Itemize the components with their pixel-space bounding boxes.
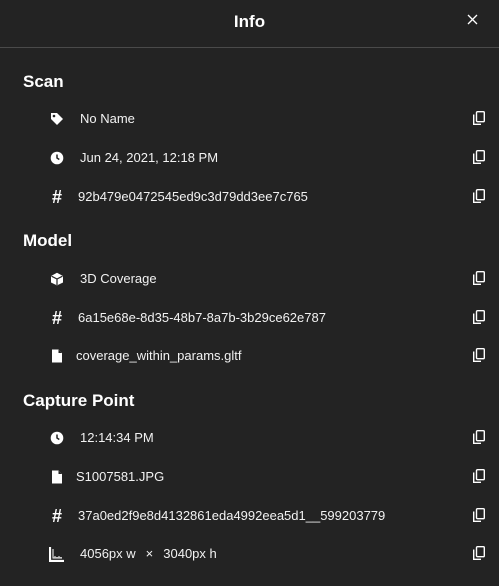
capture-file-row: S1007581.JPG bbox=[0, 465, 499, 489]
dialog-title: Info bbox=[233, 12, 266, 31]
dimensions-icon bbox=[48, 545, 66, 563]
copy-capture-id-button[interactable] bbox=[471, 507, 487, 523]
copy-scan-id-button[interactable] bbox=[471, 188, 487, 204]
copy-icon bbox=[473, 271, 485, 285]
capture-height: 3040px h bbox=[163, 546, 217, 561]
scan-id-row: # 92b479e0472545ed9c3d79dd3ee7c765 bbox=[0, 185, 499, 209]
section-title-model: Model bbox=[23, 231, 73, 250]
scan-date: Jun 24, 2021, 12:18 PM bbox=[80, 150, 219, 165]
hash-icon: # bbox=[51, 187, 62, 207]
copy-model-type-button[interactable] bbox=[471, 270, 487, 286]
capture-dimensions: 4056px w × 3040px h bbox=[80, 546, 217, 561]
scan-name: No Name bbox=[80, 111, 135, 126]
scan-id: 92b479e0472545ed9c3d79dd3ee7c765 bbox=[78, 189, 308, 204]
dialog-header: Info bbox=[0, 0, 499, 48]
capture-id-row: # 37a0ed2f9e8d4132861eda4992eea5d1__5992… bbox=[0, 504, 499, 528]
cube-icon bbox=[48, 270, 66, 288]
copy-icon bbox=[473, 546, 485, 560]
copy-icon bbox=[473, 189, 485, 203]
copy-icon bbox=[473, 111, 485, 125]
copy-model-id-button[interactable] bbox=[471, 309, 487, 325]
file-icon bbox=[48, 347, 66, 365]
model-type: 3D Coverage bbox=[80, 271, 157, 286]
capture-width: 4056px w bbox=[80, 546, 136, 561]
section-title-capture-point: Capture Point bbox=[23, 391, 135, 410]
clock-icon bbox=[48, 149, 66, 167]
dimension-separator: × bbox=[145, 546, 154, 561]
model-file-row: coverage_within_params.gltf bbox=[0, 344, 499, 368]
capture-id: 37a0ed2f9e8d4132861eda4992eea5d1__599203… bbox=[78, 508, 386, 523]
scan-name-row: No Name bbox=[0, 107, 499, 131]
hash-icon: # bbox=[51, 308, 62, 328]
copy-icon bbox=[473, 150, 485, 164]
close-icon bbox=[467, 14, 477, 24]
capture-dimensions-row: 4056px w × 3040px h bbox=[0, 542, 499, 566]
scan-date-row: Jun 24, 2021, 12:18 PM bbox=[0, 146, 499, 170]
model-type-row: 3D Coverage bbox=[0, 267, 499, 291]
copy-icon bbox=[473, 430, 485, 444]
section-title-scan: Scan bbox=[23, 72, 64, 91]
capture-time-row: 12:14:34 PM bbox=[0, 426, 499, 450]
tag-icon bbox=[48, 110, 66, 128]
copy-capture-dimensions-button[interactable] bbox=[471, 545, 487, 561]
capture-time: 12:14:34 PM bbox=[80, 430, 154, 445]
copy-icon bbox=[473, 508, 485, 522]
model-id-row: # 6a15e68e-8d35-48b7-8a7b-3b29ce62e787 bbox=[0, 306, 499, 330]
copy-capture-file-button[interactable] bbox=[471, 468, 487, 484]
file-icon bbox=[48, 468, 66, 486]
model-id: 6a15e68e-8d35-48b7-8a7b-3b29ce62e787 bbox=[78, 310, 326, 325]
copy-icon bbox=[473, 348, 485, 362]
copy-scan-date-button[interactable] bbox=[471, 149, 487, 165]
copy-model-file-button[interactable] bbox=[471, 347, 487, 363]
capture-file: S1007581.JPG bbox=[76, 469, 165, 484]
hash-icon: # bbox=[51, 506, 62, 526]
copy-capture-time-button[interactable] bbox=[471, 429, 487, 445]
copy-scan-name-button[interactable] bbox=[471, 110, 487, 126]
model-file: coverage_within_params.gltf bbox=[76, 348, 242, 363]
close-button[interactable] bbox=[466, 12, 478, 26]
clock-icon bbox=[48, 429, 66, 447]
copy-icon bbox=[473, 310, 485, 324]
copy-icon bbox=[473, 469, 485, 483]
